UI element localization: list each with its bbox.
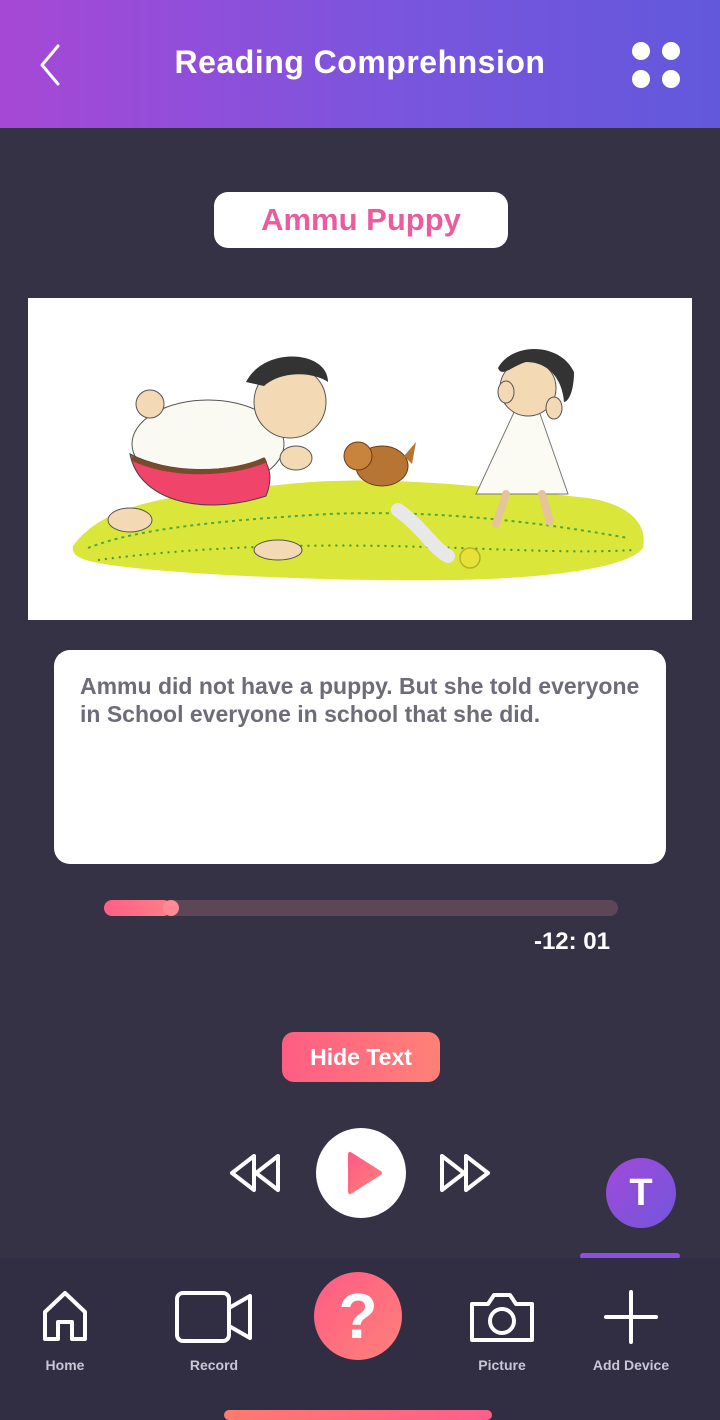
story-illustration <box>28 298 692 620</box>
nav-label-record: Record <box>189 1357 239 1373</box>
help-icon: ? <box>338 1280 378 1352</box>
plus-icon <box>604 1290 658 1344</box>
story-text: Ammu did not have a puppy. But she told … <box>80 673 640 727</box>
nav-label-picture: Picture <box>478 1357 526 1373</box>
fast-forward-icon <box>440 1154 490 1192</box>
video-camera-icon <box>175 1291 252 1343</box>
nav-label-home: Home <box>45 1357 85 1373</box>
rewind-icon <box>230 1154 280 1192</box>
audio-progress-bar[interactable] <box>104 900 618 916</box>
menu-button[interactable] <box>628 38 684 94</box>
story-title: Ammu Puppy <box>214 192 508 248</box>
play-icon <box>348 1152 382 1194</box>
four-dots-grid-icon <box>632 42 650 60</box>
fast-forward-button[interactable] <box>436 1150 494 1196</box>
nav-picture[interactable]: Picture <box>452 1258 552 1398</box>
home-indicator <box>224 1410 492 1420</box>
nav-label-add-device: Add Device <box>592 1357 670 1373</box>
hide-text-button[interactable]: Hide Text <box>282 1032 440 1082</box>
home-icon <box>43 1291 87 1341</box>
camera-icon <box>470 1293 534 1342</box>
bottom-nav: Home Record ? Picture Add Device <box>0 1258 720 1420</box>
page-title: Reading Comprehnsion <box>174 44 546 80</box>
time-remaining: -12: 01 <box>533 928 610 955</box>
story-text-box: Ammu did not have a puppy. But she told … <box>54 650 666 864</box>
user-avatar[interactable]: T <box>606 1158 676 1228</box>
progress-fill <box>104 900 171 916</box>
rewind-button[interactable] <box>226 1150 284 1196</box>
nav-add-device[interactable]: Add Device <box>580 1258 682 1398</box>
progress-knob[interactable] <box>162 900 179 916</box>
app-header: Reading Comprehnsion <box>0 0 720 128</box>
play-button[interactable] <box>316 1128 406 1218</box>
nav-home[interactable]: Home <box>20 1258 110 1398</box>
nav-record[interactable]: Record <box>164 1258 264 1398</box>
help-button[interactable]: ? <box>314 1272 402 1360</box>
